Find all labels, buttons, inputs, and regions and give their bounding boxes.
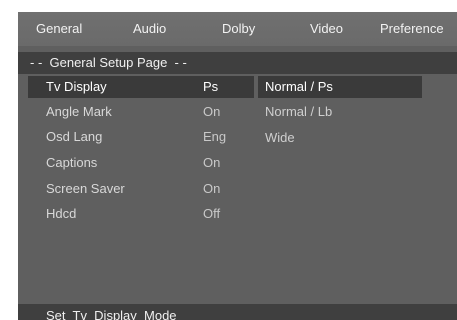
option-label: Normal / Ps <box>265 79 333 94</box>
setting-label: Tv Display <box>46 79 107 94</box>
tab-preference[interactable]: Preference <box>380 21 444 36</box>
setting-label: Hdcd <box>46 206 77 221</box>
tab-video[interactable]: Video <box>310 21 343 36</box>
setting-value: Eng <box>203 129 227 144</box>
osd-screen: General Audio Dolby Video Preference - -… <box>18 12 457 320</box>
setting-label: Screen Saver <box>46 181 125 196</box>
setting-value: On <box>203 104 221 119</box>
page-title: - - General Setup Page - - <box>30 55 187 70</box>
setting-value: Ps <box>203 79 219 94</box>
setting-row-hdcd[interactable]: Hdcd Off <box>18 203 457 225</box>
option-normal-lb[interactable]: Normal / Lb <box>258 101 422 123</box>
setting-row-screen-saver[interactable]: Screen Saver On <box>18 178 457 200</box>
option-label: Normal / Lb <box>265 104 333 119</box>
option-wide[interactable]: Wide <box>258 127 422 149</box>
setting-value: Off <box>203 206 221 221</box>
tab-dolby[interactable]: Dolby <box>222 21 255 36</box>
status-bar: Set Tv Display Mode <box>18 304 457 320</box>
page-title-bar: - - General Setup Page - - <box>18 52 457 74</box>
setting-label: Osd Lang <box>46 129 103 144</box>
setting-row-captions[interactable]: Captions On <box>18 152 457 174</box>
setting-label: Angle Mark <box>46 104 112 119</box>
option-label: Wide <box>265 130 295 145</box>
status-text: Set Tv Display Mode <box>46 308 177 320</box>
tab-general[interactable]: General <box>36 21 82 36</box>
setting-value: On <box>203 181 221 196</box>
menu-tab-bar: General Audio Dolby Video Preference <box>18 12 457 46</box>
tab-audio[interactable]: Audio <box>133 21 166 36</box>
setting-label: Captions <box>46 155 98 170</box>
setting-value: On <box>203 155 221 170</box>
option-normal-ps[interactable]: Normal / Ps <box>258 76 422 98</box>
